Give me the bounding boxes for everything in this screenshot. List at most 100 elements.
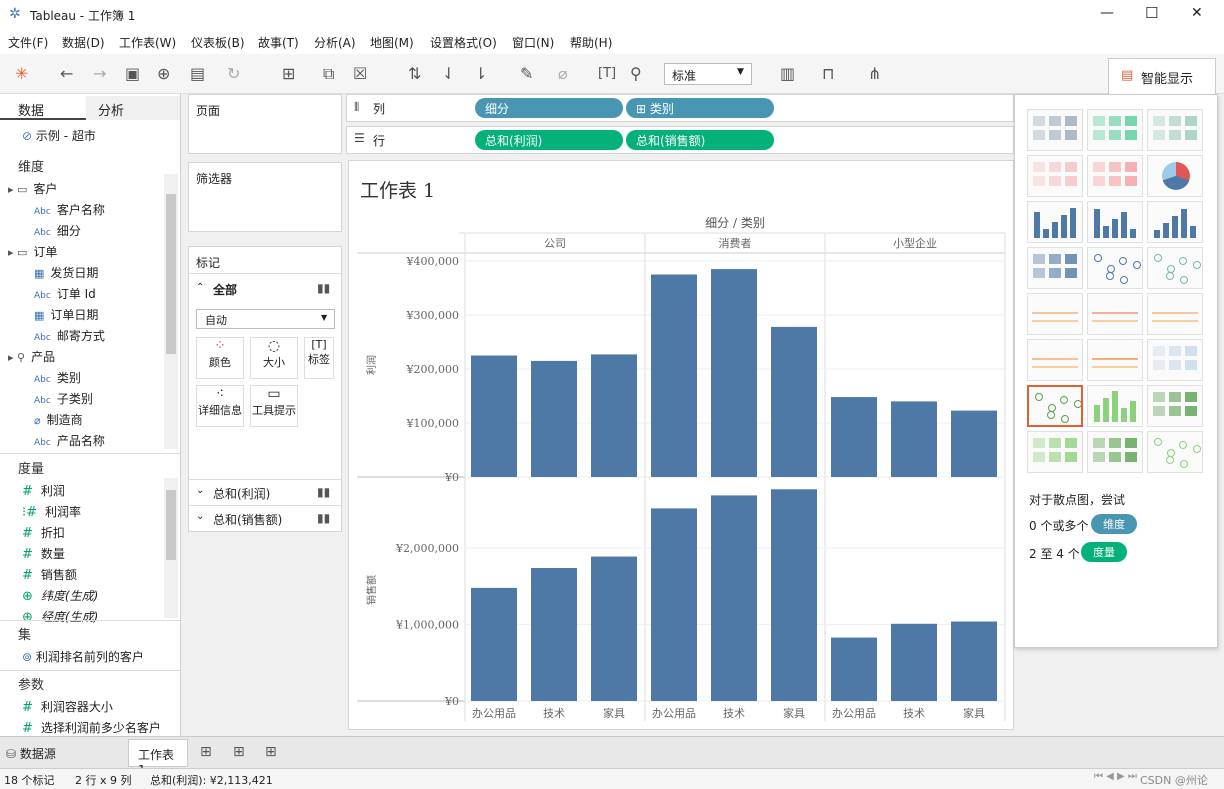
redo-icon[interactable]: → xyxy=(93,66,106,82)
chart-type-horizontal-bars[interactable] xyxy=(1027,201,1083,243)
dimension-item[interactable]: Abc 细分 xyxy=(34,222,81,239)
marks-profit-row[interactable]: ⌄ 总和(利润) ▮▮ xyxy=(189,481,341,505)
measures-scroll-thumb[interactable] xyxy=(166,490,176,560)
menu-help[interactable]: 帮助(H) xyxy=(570,34,612,51)
measures-scrollbar[interactable] xyxy=(164,478,178,618)
chart-type-histogram[interactable] xyxy=(1087,385,1143,427)
dimension-item[interactable]: Abc 产品名称 xyxy=(34,432,105,449)
measure-item[interactable]: ⊕ 纬度(生成) xyxy=(22,587,98,604)
chart-type-gantt[interactable] xyxy=(1027,431,1083,473)
menu-map[interactable]: 地图(M) xyxy=(370,34,414,51)
sheet-tab-active[interactable]: 工作表 1 xyxy=(128,739,188,777)
showme-tab[interactable]: ▤ 智能显示 xyxy=(1108,58,1216,94)
measure-item[interactable]: # 利润 xyxy=(22,482,65,499)
expand-icon[interactable]: ⌃ xyxy=(196,282,204,293)
menu-worksheet[interactable]: 工作表(W) xyxy=(119,34,176,51)
presentation-mode-icon[interactable]: ⊓ xyxy=(822,66,834,82)
refresh-icon[interactable]: ↻ xyxy=(227,66,240,82)
tab-analysis[interactable]: 分析 xyxy=(86,96,180,120)
chart-type-highlight-table[interactable] xyxy=(1147,109,1203,151)
pill-sales[interactable]: 总和(销售额) xyxy=(626,130,774,150)
label-button[interactable]: [T] 标签 xyxy=(304,337,334,379)
chart-type-circle-views[interactable] xyxy=(1087,247,1143,289)
pill-profit[interactable]: 总和(利润) xyxy=(475,130,623,150)
fix-axes-icon[interactable]: ⚲ xyxy=(630,66,642,82)
maximize-button[interactable]: ☐ xyxy=(1145,4,1158,22)
pill-category[interactable]: ⊞ 类别 xyxy=(626,98,774,118)
dimension-item[interactable]: Abc 邮寄方式 xyxy=(34,327,105,344)
filters-shelf[interactable]: 筛选器 xyxy=(188,162,342,232)
pause-updates-icon[interactable]: ▤ xyxy=(190,66,205,82)
mark-type-select[interactable]: 自动 ▼ xyxy=(196,309,335,329)
dimension-item[interactable]: Abc 客户名称 xyxy=(34,201,105,218)
menu-analysis[interactable]: 分析(A) xyxy=(314,34,356,51)
tooltip-button[interactable]: ▭ 工具提示 xyxy=(250,385,298,427)
show-cards-icon[interactable]: ▥ xyxy=(780,66,795,82)
fit-select[interactable]: 标准 ▼ xyxy=(664,63,752,85)
chart-type-filled-map[interactable] xyxy=(1087,155,1143,197)
close-button[interactable]: ✕ xyxy=(1191,5,1203,21)
new-story-icon[interactable]: ⊞ xyxy=(265,744,277,760)
new-datasource-icon[interactable]: ⊕ xyxy=(157,66,170,82)
tab-data[interactable]: 数据 xyxy=(0,96,86,120)
chart-type-bullet[interactable] xyxy=(1087,431,1143,473)
pages-shelf[interactable]: 页面 xyxy=(188,94,342,154)
dimension-item[interactable]: Abc 类别 xyxy=(34,369,81,386)
menu-dashboard[interactable]: 仪表板(B) xyxy=(191,34,245,51)
measure-item[interactable]: ⁝# 利润率 xyxy=(22,503,81,520)
chart-type-packed-bubbles[interactable] xyxy=(1147,431,1203,473)
dimension-item[interactable]: ▸ ⚲ 产品 xyxy=(8,348,55,365)
dimensions-scrollbar[interactable] xyxy=(164,174,178,449)
save-icon[interactable]: ▣ xyxy=(125,66,140,82)
chart-type-side-by-side-circles[interactable] xyxy=(1147,247,1203,289)
chart-type-stacked-bars[interactable] xyxy=(1087,201,1143,243)
new-worksheet-icon[interactable]: ⊞ xyxy=(200,744,212,760)
chart-type-side-by-side-bars[interactable] xyxy=(1147,201,1203,243)
chart-type-dual-combination[interactable] xyxy=(1147,339,1203,381)
rows-shelf[interactable]: ☰ 行 总和(利润) 总和(销售额) xyxy=(346,126,1014,154)
dimension-item[interactable]: ▸ ▭ 订单 xyxy=(8,243,57,260)
dimension-item[interactable]: ▦ 发货日期 xyxy=(34,264,98,281)
tableau-home-icon[interactable]: ✳ xyxy=(15,66,28,82)
dimension-item[interactable]: Abc 订单 Id xyxy=(34,285,96,302)
chart-type-scatter-plot[interactable] xyxy=(1027,385,1083,427)
menu-story[interactable]: 故事(T) xyxy=(258,34,299,51)
parameter-item[interactable]: # 利润容器大小 xyxy=(22,698,113,715)
set-item[interactable]: ⊚ 利润排名前列的客户 xyxy=(22,648,144,665)
share-icon[interactable]: ⋔ xyxy=(868,66,881,82)
show-labels-icon[interactable]: [T] xyxy=(598,66,616,82)
menu-file[interactable]: 文件(F) xyxy=(8,34,48,51)
columns-shelf[interactable]: ⦀ 列 细分 ⊞ 类别 xyxy=(346,94,1014,122)
dimension-item[interactable]: ⌀ 制造商 xyxy=(34,411,83,428)
highlight-icon[interactable]: ✎ xyxy=(520,66,533,82)
dimension-item[interactable]: ▸ ▭ 客户 xyxy=(8,180,57,197)
duplicate-sheet-icon[interactable]: ⧉ xyxy=(323,66,334,82)
sort-ascending-icon[interactable]: ⇃ xyxy=(442,66,455,82)
dimension-item[interactable]: ▦ 订单日期 xyxy=(34,306,98,323)
measure-item[interactable]: ⊕ 经度(生成) xyxy=(22,608,98,625)
detail-button[interactable]: ⁖ 详细信息 xyxy=(196,385,244,427)
chart-type-text-table[interactable] xyxy=(1027,109,1083,151)
measure-item[interactable]: # 折扣 xyxy=(22,524,65,541)
new-worksheet-icon[interactable]: ⊞ xyxy=(282,66,295,82)
dimension-item[interactable]: Abc 子类别 xyxy=(34,390,93,407)
new-dashboard-icon[interactable]: ⊞ xyxy=(233,744,245,760)
chart-type-area-discrete[interactable] xyxy=(1087,339,1143,381)
color-button[interactable]: ⁘ 颜色 xyxy=(196,337,244,379)
menu-data[interactable]: 数据(D) xyxy=(62,34,105,51)
sort-descending-icon[interactable]: ⇂ xyxy=(474,66,487,82)
datasource-tab[interactable]: ⛁ 数据源 xyxy=(6,745,56,762)
datasource-item[interactable]: ⊘ 示例 - 超市 xyxy=(22,127,96,144)
chart-type-treemap[interactable] xyxy=(1027,247,1083,289)
sheet-nav-icon[interactable]: ⏮ ◀ ▶ ⏭ xyxy=(1094,771,1137,782)
dimensions-scroll-thumb[interactable] xyxy=(166,194,176,354)
measure-item[interactable]: # 销售额 xyxy=(22,566,77,583)
undo-icon[interactable]: ← xyxy=(60,66,73,82)
size-button[interactable]: ◌ 大小 xyxy=(250,337,298,379)
parameter-item[interactable]: # 选择利润前多少名客户 xyxy=(22,719,161,736)
minimize-button[interactable]: — xyxy=(1100,5,1114,21)
chart-type-symbol-map[interactable] xyxy=(1027,155,1083,197)
chart-type-discrete-lines[interactable] xyxy=(1087,293,1143,335)
menu-format[interactable]: 设置格式(O) xyxy=(430,34,497,51)
chart-type-box-whisker[interactable] xyxy=(1147,385,1203,427)
